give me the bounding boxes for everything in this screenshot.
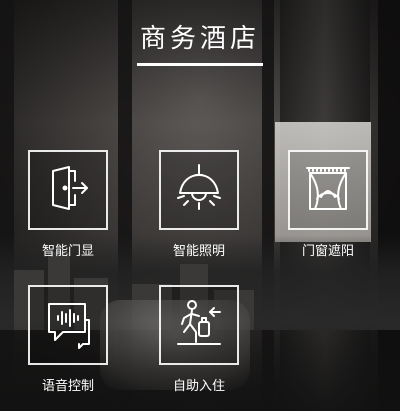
voice-chat-icon (41, 296, 95, 354)
tile-voice-control[interactable] (28, 285, 108, 365)
tile-label: 智能照明 (172, 244, 225, 259)
curtain-window-icon (301, 161, 355, 219)
ceiling-lamp-icon (172, 161, 226, 219)
door-exit-icon (41, 161, 95, 219)
tile-curtain-shade[interactable] (288, 150, 368, 230)
tile-label: 门窗遮阳 (301, 244, 354, 259)
self-checkin-icon (172, 296, 226, 354)
tile-smart-lighting[interactable] (159, 150, 239, 230)
page-title: 商务酒店 (139, 24, 260, 54)
tile-smart-door[interactable] (28, 150, 108, 230)
tile-label: 语音控制 (41, 379, 94, 394)
tile-label: 智能门显 (41, 244, 94, 259)
title-underline (137, 63, 263, 66)
tile-label: 自助入住 (172, 379, 225, 394)
tile-self-checkin[interactable] (159, 285, 239, 365)
